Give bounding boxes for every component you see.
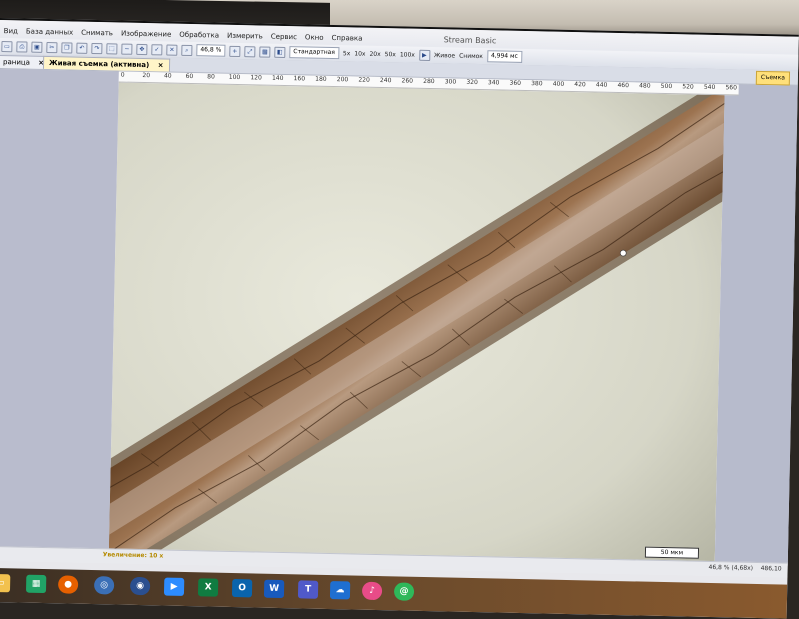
specimen-image	[108, 82, 725, 564]
menu-view[interactable]: Вид	[4, 27, 18, 35]
tab-label: Живая съемка (активна)	[48, 59, 150, 70]
ruler-tick-label: 240	[379, 76, 392, 85]
ruler-tick-label: 180	[315, 75, 327, 83]
new-icon[interactable]: ▭	[1, 40, 13, 52]
menu-process[interactable]: Обработка	[179, 31, 219, 40]
menu-service[interactable]: Сервис	[271, 33, 297, 42]
status-zoom: 46,8 % (4,68x)	[708, 563, 754, 572]
teams-icon[interactable]: T	[297, 580, 319, 599]
magnification-value: 10 x	[148, 552, 164, 560]
excel-icon[interactable]: X	[197, 578, 219, 597]
excel-like-icon[interactable]: ▦	[25, 574, 47, 594]
menu-window[interactable]: Окно	[305, 33, 324, 41]
ruler-tick-label: 520	[682, 83, 694, 91]
ruler-tick-label: 480	[639, 82, 651, 90]
app-icon-2[interactable]: ◉	[129, 576, 151, 596]
redo-icon[interactable]: ↷	[91, 42, 103, 54]
grid-icon[interactable]: ▦	[259, 45, 271, 58]
tab-label: раница	[2, 58, 31, 67]
camera-settings-icon[interactable]: ◧	[274, 46, 286, 58]
ruler-tick-label: 440	[595, 81, 608, 89]
menu-image[interactable]: Изображение	[121, 30, 172, 39]
magnification-caption: Увеличение: 10 x	[103, 551, 164, 559]
fit-icon[interactable]: ⤢	[244, 45, 256, 57]
ruler-tick-label: 60	[185, 72, 194, 81]
outlook-icon[interactable]: O	[231, 578, 253, 598]
ruler-tick-label: 260	[401, 77, 414, 85]
ruler-tick-label: 340	[487, 79, 500, 87]
music-icon[interactable]: ♪	[361, 581, 383, 601]
copy-icon[interactable]: ❐	[61, 41, 73, 54]
magnification-label: Увеличение:	[102, 551, 147, 560]
ruler-tick-label: 280	[423, 77, 435, 86]
save-icon[interactable]: ▣	[31, 41, 43, 53]
taskbar: ▭ ▦ ● ◎ ◉ ▶ X O W T ☁ ♪ @	[0, 567, 788, 619]
pan-icon[interactable]: ✥	[136, 43, 148, 55]
close-icon[interactable]: ×	[158, 61, 164, 69]
live-button[interactable]: Живое	[434, 52, 455, 59]
print-icon[interactable]: ⎙	[16, 40, 28, 53]
zoom-out-icon[interactable]: −	[121, 43, 133, 55]
ruler-tick-label: 300	[444, 78, 457, 86]
objective-5x[interactable]: 5x	[343, 50, 351, 57]
menu-database[interactable]: База данных	[26, 28, 73, 37]
menu-measure[interactable]: Измерить	[227, 32, 263, 41]
mode-select[interactable]: Стандартная	[289, 46, 340, 60]
word-icon[interactable]: W	[263, 579, 285, 599]
ruler-tick-label: 560	[725, 84, 738, 92]
select-icon[interactable]: ⬚	[106, 42, 118, 54]
menu-help[interactable]: Справка	[331, 34, 362, 43]
objective-100x[interactable]: 100x	[400, 51, 415, 58]
check-icon[interactable]: ✓	[151, 43, 163, 55]
microscope-live-view[interactable]	[108, 82, 725, 564]
zoom-field[interactable]: 46,8 %	[196, 44, 226, 57]
ruler-tick-label: 460	[617, 81, 630, 90]
objective-50x[interactable]: 50x	[385, 51, 396, 58]
close-x-icon[interactable]: ✕	[166, 43, 178, 56]
left-panel	[0, 68, 119, 552]
ruler-tick-label: 320	[466, 78, 478, 87]
ruler-tick-label: 220	[358, 76, 370, 84]
tab-live-capture[interactable]: Живая съемка (активна) ×	[42, 55, 170, 72]
ruler-tick-label: 0	[120, 71, 125, 79]
ruler-tick-label: 120	[250, 74, 262, 82]
magnifier-icon[interactable]: ⌕	[181, 44, 193, 56]
cloud-icon[interactable]: ☁	[329, 581, 351, 600]
scale-bar: 50 мкм	[644, 546, 700, 559]
ruler-tick-label: 420	[574, 81, 586, 89]
objective-20x[interactable]: 20x	[369, 50, 380, 57]
zoom-in-icon[interactable]: +	[229, 45, 241, 57]
zoom-icon[interactable]: ▶	[163, 577, 185, 596]
cut-icon[interactable]: ✂	[46, 41, 58, 53]
status-readout: 46,8 % (4,68x) 486,10	[708, 564, 781, 573]
app-icon-1[interactable]: ◎	[93, 576, 115, 595]
ruler-tick-label: 400	[552, 80, 565, 88]
mail-icon[interactable]: @	[393, 582, 415, 601]
ruler-tick-label: 100	[228, 73, 241, 82]
ruler-tick-label: 540	[703, 83, 716, 91]
menu-capture[interactable]: Снимать	[81, 29, 113, 38]
ruler-tick-label: 500	[660, 82, 673, 91]
ruler-tick-label: 200	[336, 76, 349, 84]
objective-10x[interactable]: 10x	[354, 50, 365, 57]
ruler-tick-label: 20	[142, 71, 151, 80]
status-coordinates: 486,10	[760, 565, 782, 573]
file-explorer-icon[interactable]: ▭	[0, 573, 11, 593]
snapshot-button[interactable]: Снимок	[459, 52, 483, 59]
ruler-tick-label: 80	[207, 73, 215, 81]
ruler-tick-label: 140	[271, 74, 284, 82]
ruler-tick-label: 360	[509, 79, 522, 87]
monitor-screen: Вид База данных Снимать Изображение Обра…	[0, 18, 799, 619]
ruler-tick-label: 40	[163, 72, 172, 80]
firefox-icon[interactable]: ●	[57, 575, 79, 594]
undo-icon[interactable]: ↶	[76, 42, 88, 54]
app-title: Stream Basic	[443, 35, 497, 46]
live-icon[interactable]: ▶	[418, 49, 430, 61]
exposure-field[interactable]: 4,994 мс	[486, 50, 523, 63]
ruler-tick-label: 380	[531, 80, 543, 88]
capture-button[interactable]: Съемка	[755, 70, 791, 86]
ruler-tick-label: 160	[293, 75, 306, 83]
right-panel	[714, 84, 799, 566]
